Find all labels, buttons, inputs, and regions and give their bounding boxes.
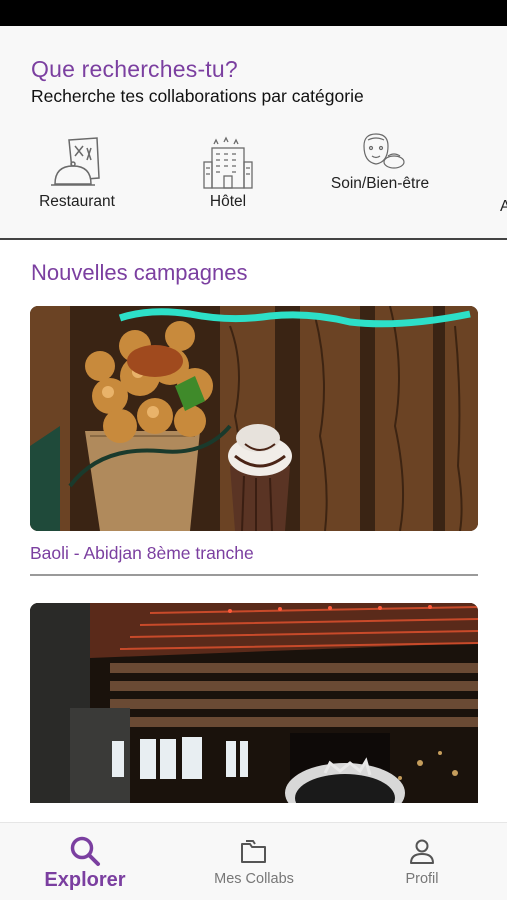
category-restaurant[interactable]: Restaurant — [22, 136, 132, 212]
campaign-image[interactable] — [30, 306, 478, 531]
folder-icon — [241, 840, 266, 863]
campaign-card[interactable]: Baoli - Abidjan 8ème tranche — [30, 306, 478, 576]
hotel-building-icon — [203, 136, 253, 189]
search-title: Que recherches-tu? — [31, 56, 238, 82]
nav-label: Mes Collabs — [214, 871, 294, 887]
nav-profil[interactable]: Profil — [362, 835, 482, 887]
nav-label: Profil — [405, 871, 439, 887]
bottom-nav: Explorer Mes Collabs Profil — [0, 822, 507, 900]
search-subtitle: Recherche tes collaborations par catégor… — [31, 86, 364, 106]
user-icon — [410, 839, 434, 864]
search-icon — [70, 836, 100, 866]
category-label: Soin/Bien-être — [330, 175, 430, 192]
category-header: Que recherches-tu? Recherche tes collabo… — [0, 26, 507, 240]
campaign-image[interactable] — [30, 603, 478, 803]
section-title: Nouvelles campagnes — [31, 260, 248, 285]
campaign-title[interactable]: Baoli - Abidjan 8ème tranche — [30, 543, 478, 576]
spa-face-icon — [363, 133, 405, 169]
campaign-card[interactable] — [30, 603, 478, 803]
status-bar — [0, 0, 507, 26]
category-partial-label[interactable]: A — [500, 198, 507, 216]
category-label: Restaurant — [39, 193, 115, 210]
category-soin-bien-etre[interactable]: Soin/Bien-être — [325, 132, 435, 194]
restaurant-terrace-night-photo — [30, 603, 478, 803]
nav-mes-collabs[interactable]: Mes Collabs — [194, 835, 314, 887]
restaurant-menu-icon — [51, 137, 100, 186]
nav-explorer[interactable]: Explorer — [25, 835, 145, 892]
category-label: Hôtel — [209, 193, 247, 210]
nav-label: Explorer — [44, 869, 126, 891]
bubble-waffle-milkshake-photo — [30, 306, 478, 531]
category-hotel[interactable]: Hôtel — [173, 136, 283, 212]
